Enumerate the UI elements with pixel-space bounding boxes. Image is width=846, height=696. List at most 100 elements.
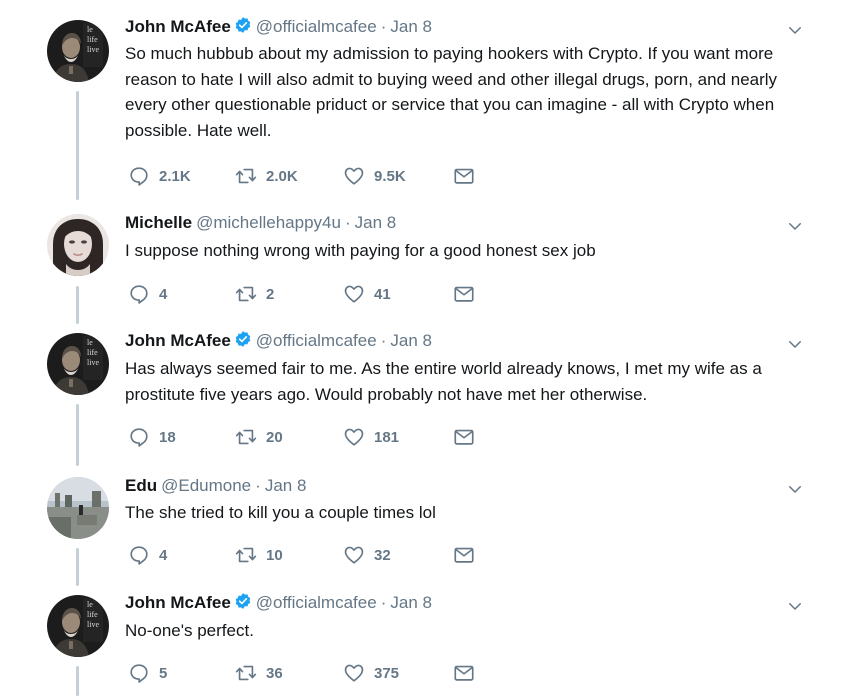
avatar[interactable]: le life live [47, 595, 109, 657]
display-name[interactable]: John McAfee [125, 593, 231, 612]
reply-icon [128, 283, 150, 305]
direct-message-button[interactable] [453, 543, 475, 567]
user-handle[interactable]: @officialmcafee [256, 331, 377, 350]
avatar-text: life [87, 610, 98, 619]
user-handle[interactable]: @officialmcafee [256, 593, 377, 612]
display-name[interactable]: John McAfee [125, 17, 231, 36]
display-name[interactable]: John McAfee [125, 331, 231, 350]
retweet-button[interactable]: 36 [235, 661, 283, 685]
reply-button[interactable]: 2.1K [128, 164, 191, 188]
avatar-text: live [87, 358, 99, 367]
chevron-down-icon[interactable] [786, 335, 804, 353]
direct-message-button[interactable] [453, 164, 475, 188]
tweet-header: John McAfee @officialmcafee · Jan 8 [125, 329, 432, 353]
display-name[interactable]: Michelle [125, 213, 192, 232]
separator: · [344, 213, 351, 232]
tweet-actions: 4 10 32 [128, 543, 488, 567]
reply-icon [128, 165, 150, 187]
like-button[interactable]: 41 [343, 282, 391, 306]
verified-badge-icon [234, 592, 252, 610]
retweet-icon [235, 662, 257, 684]
direct-message-icon [453, 426, 475, 448]
avatar[interactable] [47, 214, 109, 276]
like-icon [343, 426, 365, 448]
verified-badge-icon [234, 16, 252, 34]
direct-message-icon [453, 544, 475, 566]
tweet-actions: 2.1K 2.0K 9.5K [128, 164, 488, 188]
separator: · [255, 476, 261, 495]
reply-button[interactable]: 5 [128, 661, 167, 685]
tweet-text: So much hubbub about my admission to pay… [125, 44, 778, 140]
like-icon [343, 544, 365, 566]
reply-button[interactable]: 4 [128, 282, 167, 306]
separator: · [380, 593, 387, 612]
tweet-date[interactable]: Jan 8 [355, 213, 397, 232]
user-handle[interactable]: @michellehappy4u [196, 213, 341, 232]
like-button[interactable]: 32 [343, 543, 391, 567]
avatar-text: live [87, 620, 99, 629]
like-button[interactable]: 181 [343, 425, 399, 449]
tweet-date[interactable]: Jan 8 [390, 331, 432, 350]
tweet[interactable]: le life live John McAfee @officialmcafee ·… [0, 15, 846, 195]
chevron-down-icon[interactable] [786, 597, 804, 615]
retweet-button[interactable]: 20 [235, 425, 283, 449]
tweet-text: I suppose nothing wrong with paying for … [125, 241, 596, 260]
direct-message-button[interactable] [453, 425, 475, 449]
tweet[interactable]: le life live John McAfee @officialmcafee ·… [0, 591, 846, 694]
like-count: 181 [374, 428, 400, 446]
avatar[interactable]: le life live [47, 333, 109, 395]
display-name[interactable]: Edu [125, 476, 157, 495]
avatar-text: life [87, 35, 98, 44]
reply-count: 4 [159, 285, 168, 303]
retweet-button[interactable]: 2 [235, 282, 274, 306]
avatar[interactable] [47, 477, 109, 539]
tweet-date[interactable]: Jan 8 [265, 476, 307, 495]
chevron-down-icon[interactable] [786, 21, 804, 39]
avatar[interactable]: le life live [47, 20, 109, 82]
retweet-count: 2 [266, 285, 275, 303]
tweet-header: John McAfee @officialmcafee · Jan 8 [125, 15, 432, 39]
user-handle[interactable]: @officialmcafee [256, 17, 377, 36]
direct-message-button[interactable] [453, 282, 475, 306]
tweet[interactable]: Michelle @michellehappy4u · Jan 8 I suppose… [0, 211, 846, 311]
tweet[interactable]: Edu @Edumone · Jan 8 The she tried to kill … [0, 474, 846, 574]
tweet-date[interactable]: Jan 8 [390, 17, 432, 36]
direct-message-icon [453, 165, 475, 187]
reply-count: 18 [159, 428, 176, 446]
like-count: 9.5K [374, 167, 406, 185]
like-button[interactable]: 9.5K [343, 164, 406, 188]
tweet-date[interactable]: Jan 8 [390, 593, 432, 612]
tweet-actions: 4 2 41 [128, 282, 488, 306]
avatar-text: le [87, 25, 93, 34]
like-icon [343, 165, 365, 187]
tweet-header: Edu @Edumone · Jan 8 [125, 474, 306, 498]
avatar-text: le [87, 338, 93, 347]
direct-message-button[interactable] [453, 661, 475, 685]
tweet-actions: 18 20 181 [128, 425, 488, 449]
retweet-icon [235, 165, 257, 187]
direct-message-icon [453, 283, 475, 305]
separator: · [380, 17, 387, 36]
reply-button[interactable]: 18 [128, 425, 176, 449]
like-button[interactable]: 375 [343, 661, 399, 685]
avatar-text: life [87, 348, 98, 357]
retweet-button[interactable]: 10 [235, 543, 283, 567]
retweet-icon [235, 544, 257, 566]
tweet-header: John McAfee @officialmcafee · Jan 8 [125, 591, 432, 615]
reply-button[interactable]: 4 [128, 543, 167, 567]
user-handle[interactable]: @Edumone [161, 476, 251, 495]
direct-message-icon [453, 662, 475, 684]
chevron-down-icon[interactable] [786, 480, 804, 498]
tweet-text: The she tried to kill you a couple times… [125, 503, 436, 522]
reply-count: 2.1K [159, 167, 191, 185]
reply-count: 4 [159, 546, 168, 564]
retweet-icon [235, 426, 257, 448]
tweet[interactable]: le life live John McAfee @officialmcafee ·… [0, 329, 846, 459]
chevron-down-icon[interactable] [786, 217, 804, 235]
retweet-button[interactable]: 2.0K [235, 164, 298, 188]
tweet-text: No-one's perfect. [125, 621, 254, 640]
tweet-text: Has always seemed fair to me. As the ent… [125, 359, 762, 404]
retweet-count: 20 [266, 428, 283, 446]
avatar-text: le [87, 600, 93, 609]
retweet-count: 36 [266, 664, 283, 682]
